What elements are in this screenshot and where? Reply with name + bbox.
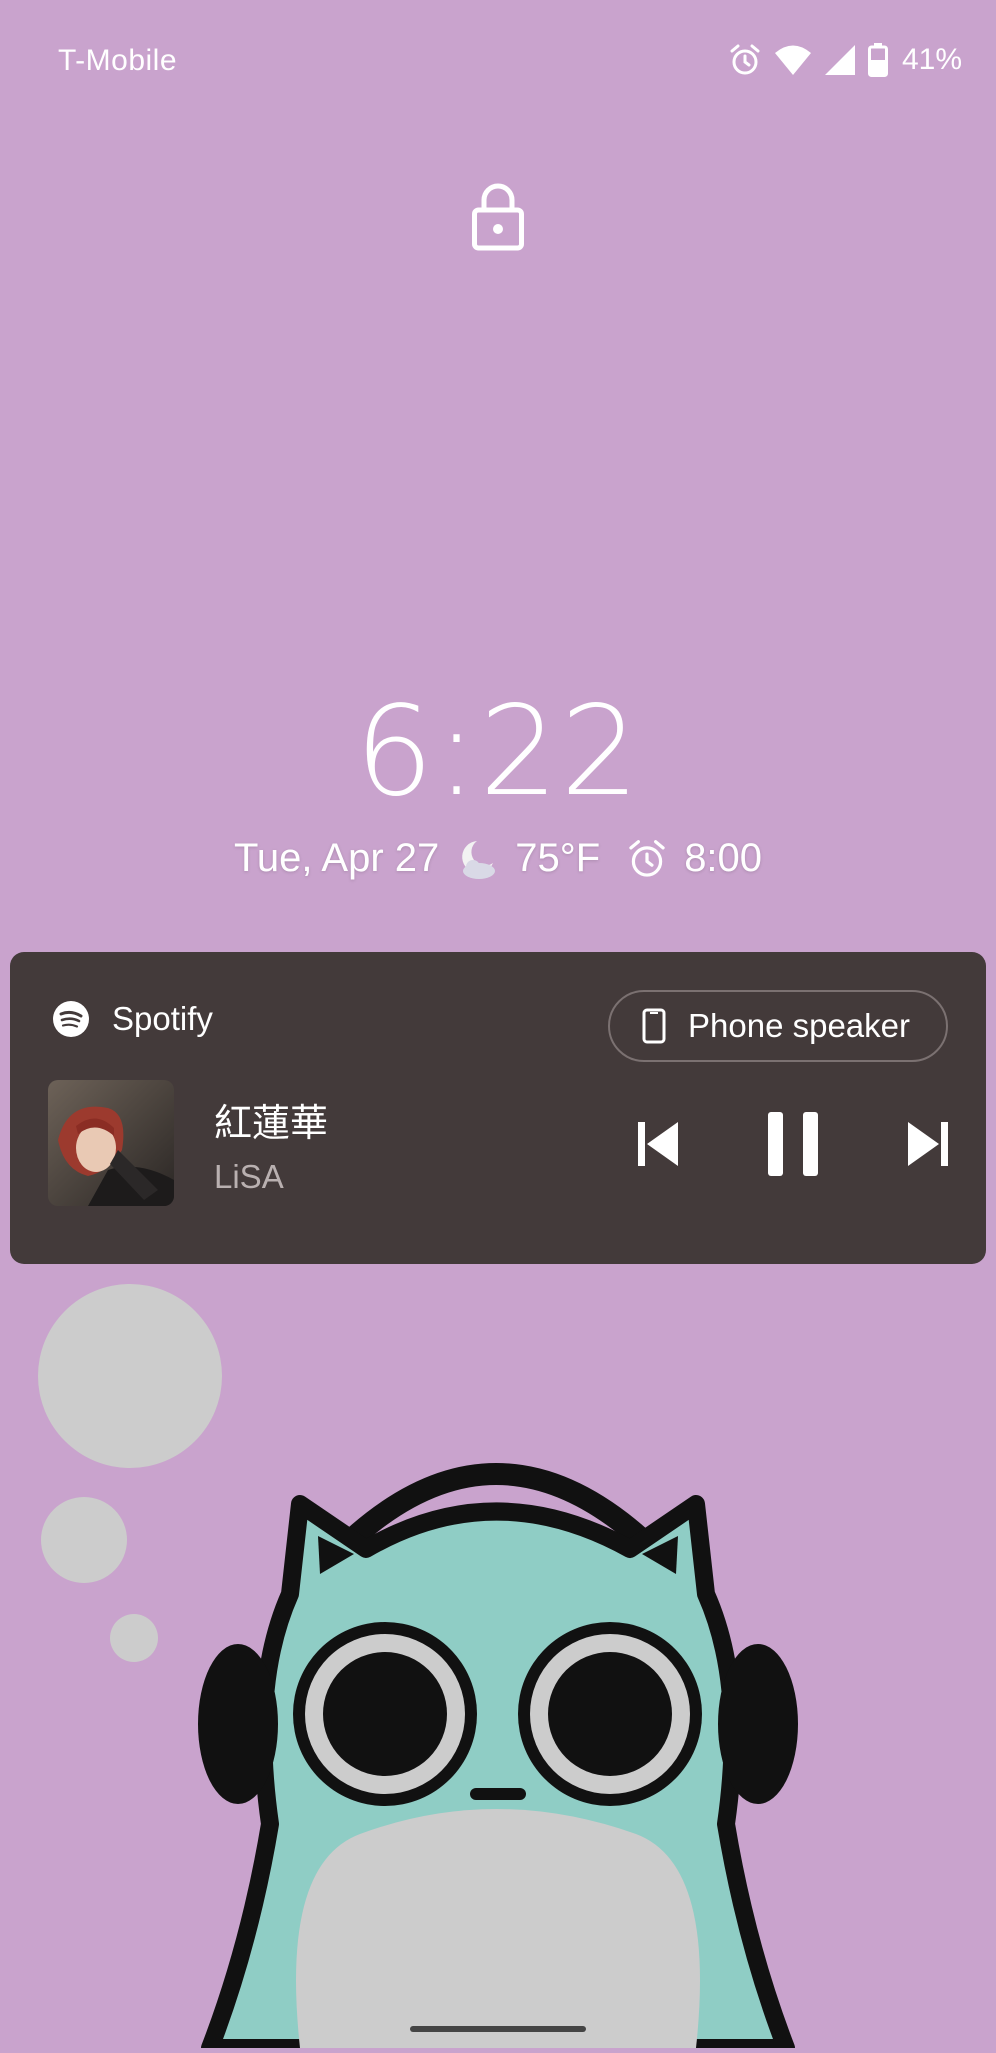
headphone-right-cup <box>718 1644 798 1804</box>
battery-icon <box>867 43 888 77</box>
status-bar: T-Mobile 41% <box>0 0 996 120</box>
spotify-icon <box>52 1000 90 1038</box>
skip-next-icon <box>908 1122 948 1166</box>
output-device-button[interactable]: Phone speaker <box>608 990 948 1062</box>
battery-percent: 41% <box>901 43 962 76</box>
output-device-label: Phone speaker <box>688 1007 910 1044</box>
temperature-text: 75°F <box>515 836 601 880</box>
date-weather-line: Tue, Apr 27 75°F 8:00 <box>0 836 996 881</box>
album-art <box>48 1080 174 1206</box>
media-player-card[interactable]: Spotify Phone speaker 紅蓮華 LiSA <box>10 952 986 1264</box>
media-app-name: Spotify <box>112 1000 213 1037</box>
previous-track-button[interactable] <box>620 1104 696 1184</box>
gesture-nav-handle[interactable] <box>410 2026 586 2032</box>
status-icons: 41% <box>728 40 962 80</box>
character-belly <box>296 1809 700 2048</box>
phone-icon <box>642 1008 666 1044</box>
track-title: 紅蓮華 <box>214 1101 329 1145</box>
next-track-button[interactable] <box>890 1104 966 1184</box>
wifi-icon <box>774 44 812 76</box>
wallpaper-illustration <box>0 1264 996 2053</box>
lock-icon <box>470 180 526 252</box>
lockscreen-clock: 6:22 <box>354 680 642 824</box>
carrier-name: T-Mobile <box>58 44 178 77</box>
track-artist: LiSA <box>214 1158 284 1195</box>
pause-icon <box>768 1112 818 1176</box>
alarm-time-text: 8:00 <box>684 836 763 880</box>
cell-signal-icon <box>824 44 856 76</box>
alarm-icon <box>626 838 668 880</box>
pause-button[interactable] <box>755 1104 831 1184</box>
headphone-left-cup <box>198 1644 278 1804</box>
date-text: Tue, Apr 27 <box>233 836 440 880</box>
character-mouth <box>470 1788 526 1800</box>
thought-bubble-small <box>110 1614 158 1662</box>
media-app-header: Spotify <box>52 1000 213 1038</box>
thought-bubble-large <box>38 1284 222 1468</box>
moon-cloud-icon <box>455 837 499 881</box>
thought-bubble-medium <box>41 1497 127 1583</box>
alarm-icon <box>728 43 762 77</box>
skip-previous-icon <box>638 1122 678 1166</box>
